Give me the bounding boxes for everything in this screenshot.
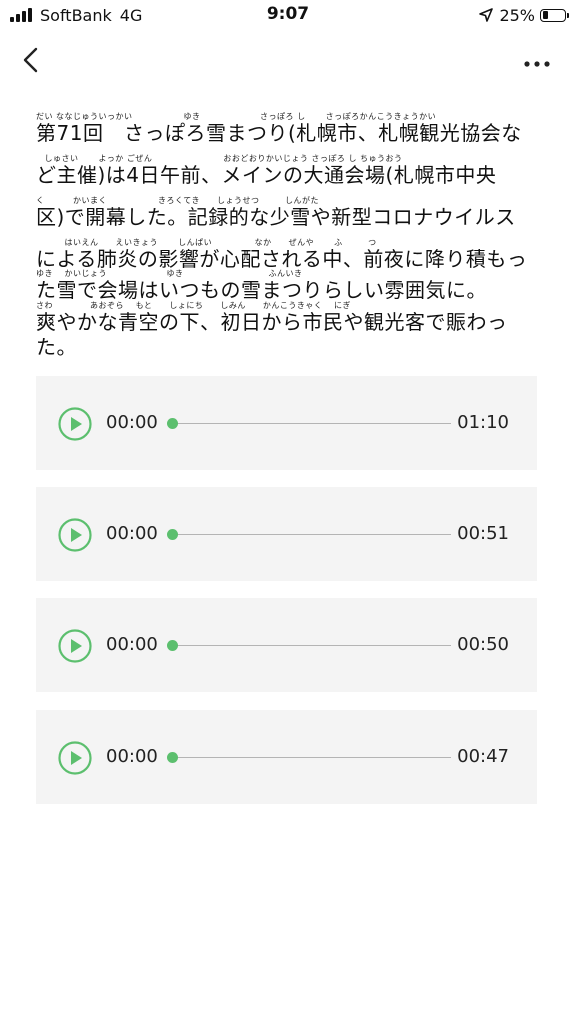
furigana: しゅさい よっか ごぜん おおどおりかいじょう さっぽろ し ちゅうおう	[36, 154, 403, 163]
audio-player: 00:00 01:10	[36, 376, 537, 470]
battery-icon	[540, 8, 569, 22]
battery-percent: 25%	[499, 5, 535, 25]
article-line-text: による肺炎の影響が心配される中、前夜に降り積もっ	[36, 247, 528, 271]
furigana: はいえん えいきょう しんぱい なか ぜんや ふ つ	[36, 238, 377, 247]
status-right: 25%	[479, 5, 569, 25]
progress-knob[interactable]	[167, 640, 178, 651]
play-button[interactable]	[58, 518, 92, 552]
duration-time: 00:50	[457, 634, 509, 655]
article-line-text: 区)で開幕した。記録的な少雪や新型コロナウイルス	[36, 205, 516, 229]
audio-player: 00:00 00:47	[36, 710, 537, 804]
play-button[interactable]	[58, 741, 92, 775]
more-button[interactable]	[520, 44, 554, 76]
play-icon	[58, 518, 92, 552]
furigana: ゆき かいじょう ゆき ふんいき	[36, 269, 303, 278]
duration-time: 00:51	[457, 523, 509, 544]
article-line: だい ななじゅういっかい ゆき さっぽろ し さっぽろかんこうきょうかい 第71回…	[36, 112, 540, 145]
back-button[interactable]	[18, 44, 46, 76]
progress-track[interactable]	[169, 423, 451, 424]
current-time: 00:00	[106, 412, 158, 433]
more-horizontal-icon	[524, 61, 550, 67]
nav-bar	[0, 38, 576, 82]
article-line-text: た。	[36, 335, 77, 359]
article-line: く かいまく きろくてき しょうせつ しんがた 区)で開幕した。記録的な少雪や新型…	[36, 196, 540, 229]
furigana: だい ななじゅういっかい ゆき さっぽろ し さっぽろかんこうきょうかい	[36, 112, 437, 121]
article-line-text: 第71回 さっぽろ雪まつり(札幌市、札幌観光協会な	[36, 121, 522, 145]
audio-player: 00:00 00:51	[36, 487, 537, 581]
progress-track[interactable]	[169, 757, 451, 758]
progress-knob[interactable]	[167, 529, 178, 540]
current-time: 00:00	[106, 523, 158, 544]
audio-player: 00:00 00:50	[36, 598, 537, 692]
furigana: く かいまく きろくてき しょうせつ しんがた	[36, 196, 320, 205]
progress-track[interactable]	[169, 534, 451, 535]
progress-knob[interactable]	[167, 418, 178, 429]
battery-level	[542, 11, 548, 19]
article-line-text: ど主催)は4日午前、メインの大通会場(札幌市中央	[36, 163, 497, 187]
article-line: た。	[36, 326, 540, 359]
play-icon	[58, 629, 92, 663]
furigana: さわ あおぞら もと しょにち しみん かんこうきゃく にぎ	[36, 301, 351, 310]
chevron-left-icon	[23, 47, 38, 73]
article-line: しゅさい よっか ごぜん おおどおりかいじょう さっぽろ し ちゅうおう ど主催)…	[36, 154, 540, 187]
duration-time: 00:47	[457, 746, 509, 767]
play-button[interactable]	[58, 407, 92, 441]
progress-track[interactable]	[169, 645, 451, 646]
play-icon	[58, 407, 92, 441]
play-icon	[58, 741, 92, 775]
progress-knob[interactable]	[167, 752, 178, 763]
current-time: 00:00	[106, 634, 158, 655]
article-line: はいえん えいきょう しんぱい なか ぜんや ふ つによる肺炎の影響が心配される…	[36, 238, 540, 271]
article-line-text: た雪で会場はいつもの雪まつりらしい雰囲気に。	[36, 278, 487, 302]
current-time: 00:00	[106, 746, 158, 767]
location-arrow-icon	[479, 8, 494, 22]
duration-time: 01:10	[457, 412, 509, 433]
play-button[interactable]	[58, 629, 92, 663]
status-bar: SoftBank 4G 9:07 25%	[0, 0, 576, 30]
article-line: ゆき かいじょう ゆき ふんいき た雪で会場はいつもの雪まつりらしい雰囲気に。	[36, 269, 540, 302]
